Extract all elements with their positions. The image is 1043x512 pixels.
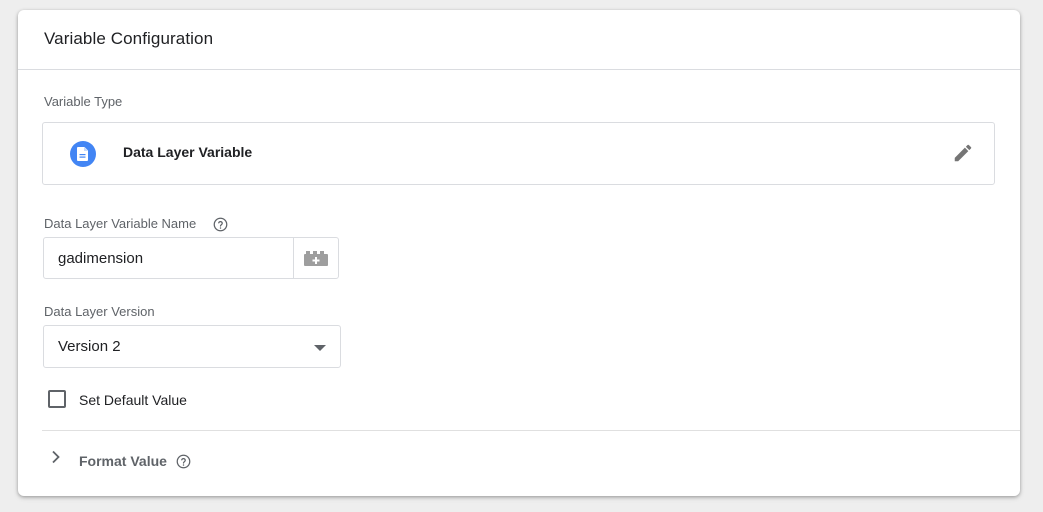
variable-picker-button[interactable] [293, 238, 338, 278]
variable-type-label: Variable Type [44, 94, 123, 109]
help-icon[interactable] [176, 454, 191, 469]
default-value-checkbox[interactable] [48, 390, 66, 408]
card-title: Variable Configuration [44, 29, 214, 48]
data-layer-name-field [43, 237, 339, 279]
format-value-label: Format Value [79, 453, 167, 469]
card-header: Variable Configuration [18, 10, 1020, 70]
pencil-icon[interactable] [952, 142, 974, 164]
dropdown-arrow-icon [314, 345, 326, 351]
building-block-icon [304, 251, 328, 266]
data-layer-name-label-text: Data Layer Variable Name [44, 216, 197, 231]
data-layer-version-value: Version 2 [58, 338, 121, 355]
data-layer-name-input[interactable] [44, 238, 296, 278]
section-divider [42, 430, 1020, 431]
data-layer-version-label: Data Layer Version [44, 304, 155, 319]
document-icon [70, 141, 96, 167]
help-icon[interactable] [213, 217, 228, 232]
variable-type-name: Data Layer Variable [123, 144, 253, 160]
format-value-toggle[interactable]: Format Value [42, 442, 242, 478]
chevron-right-icon [52, 450, 60, 464]
data-layer-name-label: Data Layer Variable Name [44, 216, 196, 231]
variable-configuration-card: Variable Configuration Variable Type Dat… [18, 10, 1020, 496]
variable-type-selector[interactable]: Data Layer Variable [42, 122, 995, 185]
data-layer-version-select[interactable]: Version 2 [43, 325, 341, 368]
default-value-label[interactable]: Set Default Value [79, 392, 187, 408]
